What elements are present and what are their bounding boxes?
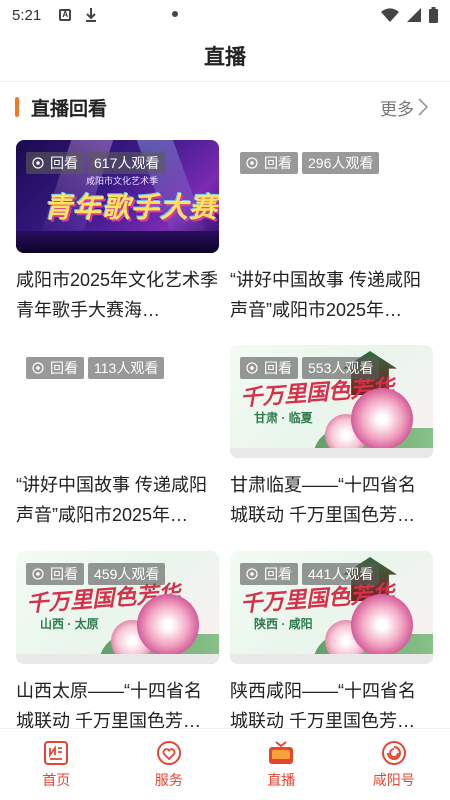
chevron-right-icon [418,98,428,116]
play-circle-icon [32,568,44,580]
replay-badge: 回看 [26,357,84,379]
thumbnail-subtext: 陕西 · 咸阳 [254,617,313,631]
thumbnail-subtext: 山西 · 太原 [40,617,99,631]
viewers-badge: 113人观看 [88,357,165,379]
wifi-icon [381,8,399,22]
replay-badge: 回看 [240,357,298,379]
replay-badge: 回看 [240,152,298,174]
a-icon: A [59,9,72,21]
card-thumbnail[interactable]: 千万里国色芳华 陕西 · 咸阳 回看 441人观看 [230,551,433,664]
replay-card[interactable]: 回看 113人观看 “讲好中国故事 传递咸阳声音”咸阳市2025年… [16,345,219,530]
card-thumbnail[interactable]: 回看 113人观看 [16,345,219,458]
more-button[interactable]: 更多 [380,95,428,120]
card-thumbnail[interactable]: 咸阳市文化艺术季 青年歌手大赛 回看 617人观看 [16,140,219,253]
replay-card[interactable]: 回看 296人观看 “讲好中国故事 传递咸阳声音”咸阳市2025年… [230,140,433,325]
card-title[interactable]: 山西太原——“十四省名城联动 千万里国色芳… [16,676,219,736]
app-bar: 直播 [0,30,450,82]
nav-item-xianyang[interactable]: 咸阳号 [338,729,450,800]
play-circle-icon [246,568,258,580]
news-icon [44,740,69,765]
signal-icon [407,8,421,22]
replay-badge: 回看 [26,563,84,585]
replay-badge: 回看 [26,152,84,174]
replay-badge: 回看 [240,563,298,585]
card-thumbnail[interactable]: 千万里国色芳华 山西 · 太原 回看 459人观看 [16,551,219,664]
viewers-badge: 617人观看 [88,152,166,174]
card-thumbnail[interactable]: 回看 296人观看 [230,140,433,253]
download-icon [86,8,97,22]
card-title[interactable]: 甘肃临夏——“十四省名城联动 千万里国色芳… [230,470,433,530]
bottom-nav: 首页 服务 直播 咸阳号 [0,728,450,800]
viewers-badge: 459人观看 [88,563,166,585]
card-title[interactable]: “讲好中国故事 传递咸阳声音”咸阳市2025年… [16,470,219,530]
play-circle-icon [246,362,258,374]
more-label: 更多 [380,99,414,119]
nav-label: 服务 [154,771,183,788]
viewers-badge: 441人观看 [302,563,380,585]
tv-icon [269,740,294,764]
play-circle-icon [32,362,44,374]
section-header: 直播回看 更多 [0,88,450,126]
play-circle-icon [246,157,258,169]
nav-label: 咸阳号 [372,771,415,788]
heart-shield-icon [156,740,181,765]
replay-card[interactable]: 咸阳市文化艺术季 青年歌手大赛 回看 617人观看 咸阳市2025年文化艺术季青… [16,140,219,325]
section-title: 直播回看 [31,98,108,120]
section-accent-bar [15,97,19,117]
notification-dot [172,11,178,17]
viewers-badge: 553人观看 [302,357,380,379]
nav-item-home[interactable]: 首页 [0,729,113,800]
thumbnail-text: 青年歌手大赛 [44,192,219,223]
status-time: 5:21 [12,6,42,24]
replay-card[interactable]: 千万里国色芳华 山西 · 太原 回看 459人观看 山西太原——“十四省名城联动… [16,551,219,736]
nav-label: 直播 [267,771,296,788]
card-title[interactable]: 陕西咸阳——“十四省名城联动 千万里国色芳… [230,676,433,736]
play-circle-icon [32,157,44,169]
card-title[interactable]: “讲好中国故事 传递咸阳声音”咸阳市2025年… [230,265,433,325]
viewers-badge: 296人观看 [302,152,380,174]
card-thumbnail[interactable]: 千万里国色芳华 甘肃 · 临夏 回看 553人观看 [230,345,433,458]
card-title[interactable]: 咸阳市2025年文化艺术季青年歌手大赛海… [16,265,219,325]
page-title: 直播 [204,45,246,69]
status-bar: 5:21 A [0,0,450,30]
nav-item-services[interactable]: 服务 [113,729,226,800]
battery-icon [429,7,438,23]
replay-card[interactable]: 千万里国色芳华 陕西 · 咸阳 回看 441人观看 陕西咸阳——“十四省名城联动… [230,551,433,736]
thumbnail-subtext: 甘肃 · 临夏 [254,411,313,425]
nav-label: 首页 [42,771,71,788]
swirl-logo-icon [381,740,406,765]
nav-item-live[interactable]: 直播 [225,729,338,800]
replay-card[interactable]: 千万里国色芳华 甘肃 · 临夏 回看 553人观看 甘肃临夏——“十四省名城联动… [230,345,433,530]
